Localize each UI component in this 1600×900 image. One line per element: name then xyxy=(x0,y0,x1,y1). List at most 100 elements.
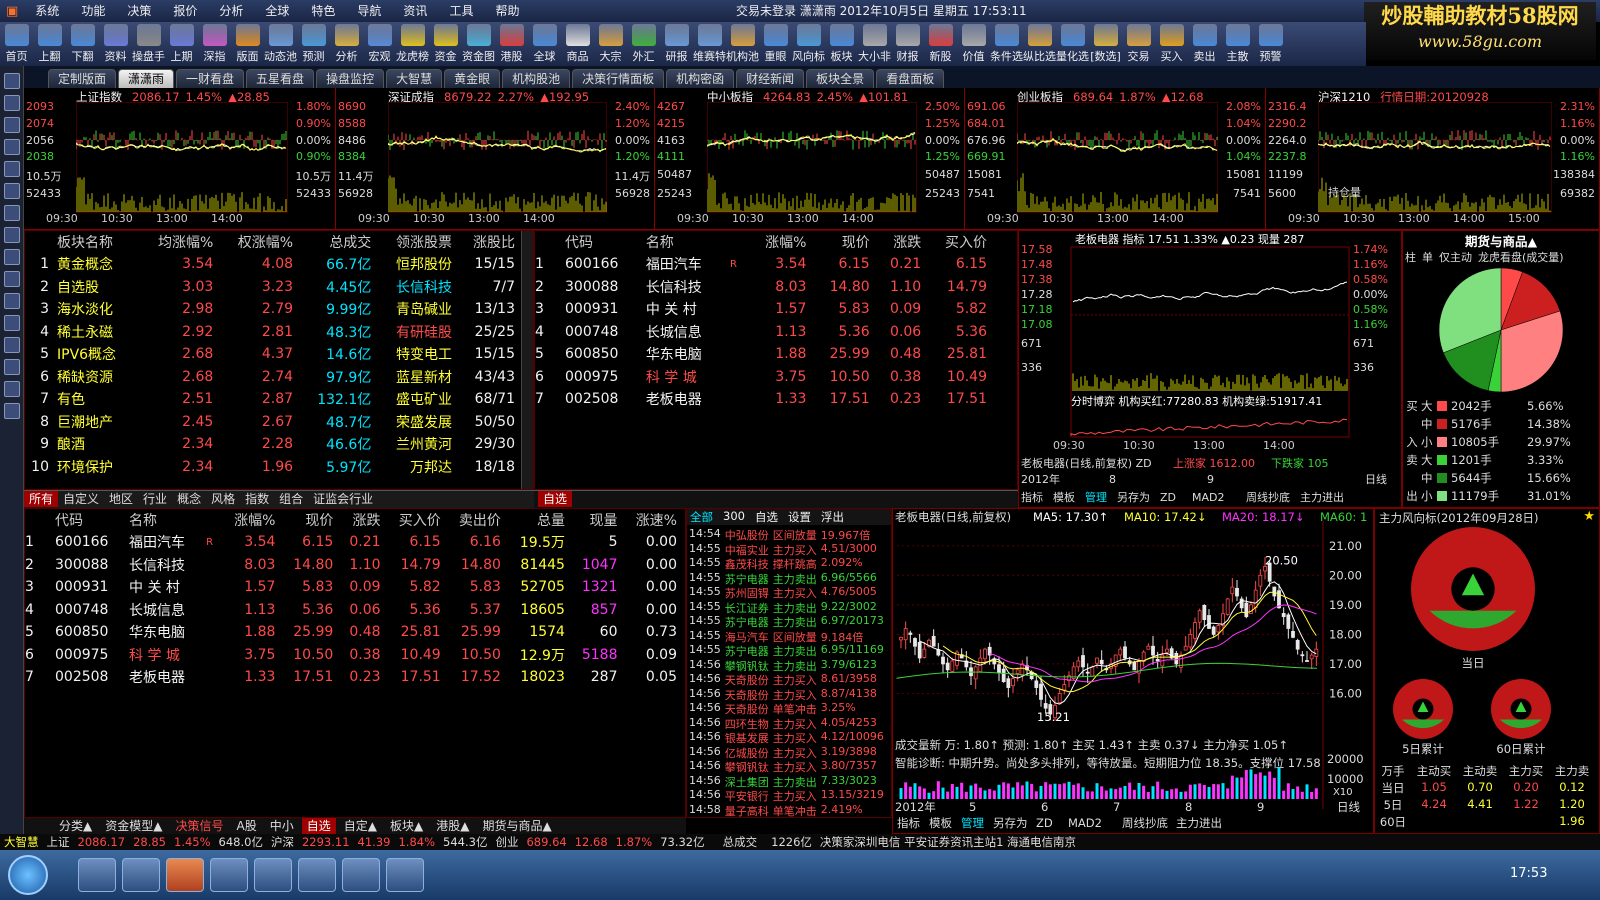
toolbar-button[interactable]: 上期 xyxy=(165,22,198,66)
menu-item[interactable]: 资讯 xyxy=(392,0,438,22)
column-header[interactable]: 涨幅% xyxy=(224,509,283,531)
table-row[interactable]: 1 600166 福田汽车 R 3.54 6.15 0.21 6.15 xyxy=(535,253,995,276)
toolbar-button[interactable]: 上翻 xyxy=(33,22,66,66)
table-row[interactable]: 3 000931 中 关 村 1.57 5.83 0.09 5.82 5.83 52705 132… xyxy=(25,576,685,599)
media-icon[interactable] xyxy=(298,858,336,892)
layout-tab[interactable]: 五星看盘 xyxy=(246,69,315,88)
table-row[interactable]: 6 000975 科 学 城 3.75 10.50 0.38 10.49 xyxy=(535,366,995,389)
sidebar-tool-icon[interactable] xyxy=(3,95,20,111)
index-mini-chart[interactable]: 深证成指 8679.22 2.27% ▲192.95 8690 8588 8486 8384 1… xyxy=(336,88,655,230)
layout-tab[interactable]: 定制版面 xyxy=(48,69,117,88)
indicator-tab[interactable]: 指标 xyxy=(1021,490,1043,504)
watch-small-tab[interactable]: 自选 xyxy=(538,491,573,507)
table-row[interactable]: 6 000975 科 学 城 3.75 10.50 0.38 10.49 10.50 12.9万… xyxy=(25,644,685,667)
toolbar-button[interactable]: 外汇 xyxy=(627,22,660,66)
alert-tab[interactable]: 自选 xyxy=(752,509,781,525)
sidebar-tool-icon[interactable] xyxy=(3,139,20,155)
toolbar-button[interactable]: 板块 xyxy=(825,22,858,66)
futures-subtab[interactable]: 龙虎看盘(成交量) xyxy=(1478,249,1564,265)
column-header[interactable]: 名称 xyxy=(646,231,730,253)
index-mini-chart[interactable]: 中小板指 4264.83 2.45% ▲101.81 4267 4215 4163 4111 5… xyxy=(655,88,965,230)
toolbar-button[interactable]: 宏观 xyxy=(363,22,396,66)
alert-item[interactable]: 14:55 海马汽车 区间放量 9.184倍 xyxy=(689,629,891,644)
indicator-tab[interactable]: 主力进出 xyxy=(1300,490,1344,504)
alert-item[interactable]: 14:58 量子高科 单笔冲击 2.419% xyxy=(689,803,891,818)
layout-tab[interactable]: 决策行情面板 xyxy=(572,69,665,88)
sidebar-tool-icon[interactable] xyxy=(3,183,20,199)
market-tab[interactable]: 自选 xyxy=(301,818,336,834)
alert-item[interactable]: 14:56 平安银行 主力买入 13.15/3219 xyxy=(689,788,891,803)
table-row[interactable]: 4 稀土永磁 2.92 2.81 48.3亿 有研硅股 25/25 xyxy=(25,321,523,344)
market-tab[interactable]: 自定▲ xyxy=(339,818,382,834)
tool-icon[interactable] xyxy=(386,858,424,892)
column-header[interactable]: 均涨幅% xyxy=(142,231,222,253)
status-item[interactable]: 决策家深圳电信 平安证券资讯主站1 海通电信南京 xyxy=(820,834,1076,850)
toolbar-button[interactable]: 量化选 xyxy=(1056,22,1089,66)
indicator-tab[interactable]: MAD2 xyxy=(1068,816,1102,830)
toolbar-button[interactable]: 龙虎榜 xyxy=(396,22,429,66)
toolbar-button[interactable]: 分析 xyxy=(330,22,363,66)
sidebar-tool-icon[interactable] xyxy=(3,205,20,221)
menu-item[interactable]: 全球 xyxy=(254,0,300,22)
table-row[interactable]: 3 海水淡化 2.98 2.79 9.99亿 青岛碱业 13/13 xyxy=(25,298,523,321)
market-tab[interactable]: 决策信号 xyxy=(170,818,228,834)
toolbar-button[interactable]: 深指 xyxy=(198,22,231,66)
sector-tab[interactable]: 行业 xyxy=(138,491,172,507)
indicator-tab[interactable]: MAD2 xyxy=(1192,491,1224,504)
toolbar-button[interactable]: 预警 xyxy=(1254,22,1287,66)
explorer-icon[interactable] xyxy=(78,858,116,892)
alert-item[interactable]: 14:56 攀钢钒钛 主力买入 3.80/7357 xyxy=(689,759,891,774)
index-mini-chart[interactable]: 创业板指 689.64 1.87% ▲12.68 691.06 684.01 676.96 6… xyxy=(965,88,1266,230)
table-row[interactable]: 2 自选股 3.03 3.23 4.45亿 长信科技 7/7 xyxy=(25,276,523,299)
column-header[interactable]: 总成交 xyxy=(301,231,379,253)
alert-item[interactable]: 14:55 中福实业 主力买入 4.51/3000 xyxy=(689,542,891,557)
table-row[interactable]: 7 有色 2.51 2.87 132.1亿 盛屯矿业 68/71 xyxy=(25,388,523,411)
column-header[interactable]: 卖出价 xyxy=(449,509,509,531)
table-row[interactable]: 4 000748 长城信息 1.13 5.36 0.06 5.36 5.37 18605 857 0… xyxy=(25,599,685,622)
sector-tab[interactable]: 组合 xyxy=(274,491,308,507)
table-row[interactable]: 9 酿酒 2.34 2.28 46.6亿 兰州黄河 29/30 xyxy=(25,433,523,456)
alert-item[interactable]: 14:56 天奇股份 主力买入 8.87/4138 xyxy=(689,687,891,702)
column-header[interactable] xyxy=(730,231,750,253)
sidebar-tool-icon[interactable] xyxy=(3,73,20,89)
table-row[interactable]: 3 000931 中 关 村 1.57 5.83 0.09 5.82 xyxy=(535,298,995,321)
market-tab[interactable]: 中小 xyxy=(265,818,299,834)
table-row[interactable]: 5 IPV6概念 2.68 4.37 14.6亿 特变电工 15/15 xyxy=(25,343,523,366)
column-header[interactable]: 现量 xyxy=(573,509,626,531)
toolbar-button[interactable]: 财报 xyxy=(891,22,924,66)
start-button[interactable] xyxy=(8,855,48,895)
toolbar-button[interactable]: 大小非 xyxy=(858,22,891,66)
toolbar-button[interactable]: 全球 xyxy=(528,22,561,66)
market-tab[interactable]: 资金模型▲ xyxy=(100,818,167,834)
column-header[interactable]: 代码 xyxy=(55,509,129,531)
sector-tab[interactable]: 证监会行业 xyxy=(308,491,378,507)
market-tab[interactable]: 港股▲ xyxy=(431,818,474,834)
toolbar-button[interactable]: 研报 xyxy=(660,22,693,66)
table-row[interactable]: 8 巨潮地产 2.45 2.67 48.7亿 荣盛发展 50/50 xyxy=(25,411,523,434)
futures-subtab[interactable]: 单 xyxy=(1422,249,1433,265)
market-tab[interactable]: 分类▲ xyxy=(54,818,97,834)
menu-item[interactable]: 报价 xyxy=(162,0,208,22)
column-header[interactable]: 现价 xyxy=(814,231,877,253)
status-item[interactable]: 大智慧 xyxy=(4,834,39,850)
toolbar-button[interactable]: 重眼 xyxy=(759,22,792,66)
toolbar-button[interactable]: 资金 xyxy=(429,22,462,66)
indicator-tab[interactable]: 另存为 xyxy=(993,816,1028,830)
layout-tab[interactable]: 操盘监控 xyxy=(316,69,385,88)
indicator-tab[interactable]: 模板 xyxy=(1053,490,1075,504)
sidebar-tool-icon[interactable] xyxy=(3,359,20,375)
indicator-tab[interactable]: 模板 xyxy=(929,816,952,830)
column-header[interactable]: 涨股比 xyxy=(460,231,523,253)
alert-tab[interactable]: 300 xyxy=(720,509,748,525)
table-row[interactable]: 4 000748 长城信息 1.13 5.36 0.06 5.36 xyxy=(535,321,995,344)
toolbar-button[interactable]: 风向标 xyxy=(792,22,825,66)
layout-tab[interactable]: 板块全景 xyxy=(806,69,875,88)
sector-tab[interactable]: 自定义 xyxy=(58,491,104,507)
sidebar-tool-icon[interactable] xyxy=(3,161,20,177)
toolbar-button[interactable]: 下翻 xyxy=(66,22,99,66)
market-tab[interactable]: A股 xyxy=(231,818,261,834)
column-header[interactable]: 板块名称 xyxy=(57,231,142,253)
menu-item[interactable]: 系统 xyxy=(24,0,70,22)
browser-icon[interactable] xyxy=(210,858,248,892)
column-header[interactable]: 现价 xyxy=(283,509,341,531)
